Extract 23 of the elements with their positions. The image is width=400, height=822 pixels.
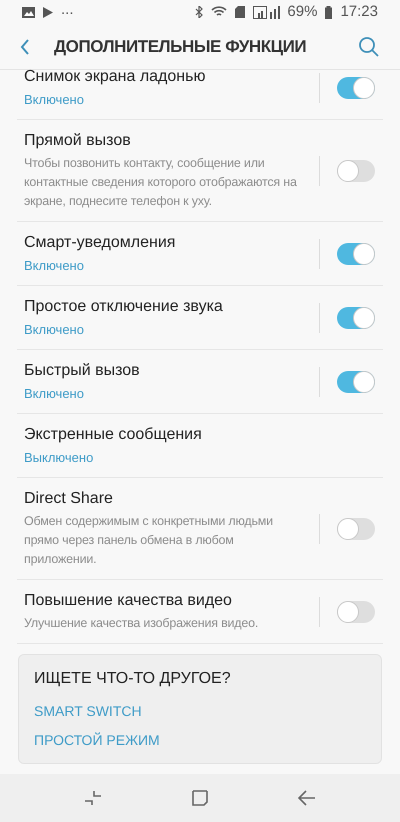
setting-title: Быстрый вызов — [24, 361, 141, 381]
suggestion-link[interactable]: SMART SWITCH — [34, 697, 142, 726]
setting-title: Простое отключение звука — [24, 297, 224, 317]
setting-title: Экстренные сообщения — [24, 425, 203, 445]
setting-description: Обмен содержимым с конкретными людьми прямо через панель обмена в любом приложении. — [24, 513, 274, 568]
setting-status: Выключено — [24, 449, 94, 467]
setting-status: Включено — [24, 385, 85, 403]
suggestions-title: ИЩЕТЕ ЧТО-ТО ДРУГОЕ? — [34, 669, 231, 689]
setting-title: Смарт-уведомления — [24, 233, 176, 253]
setting-title: Снимок экрана ладонью — [24, 67, 206, 87]
more-notifications-text: ... — [61, 0, 74, 20]
page-title: ДОПОЛНИТЕЛЬНЫЕ ФУНКЦИИ — [54, 36, 306, 58]
setting-description: Чтобы позвонить контакту, сообщение или контактные сведения которого отображаются на экране, поднесите телефон к уху. — [24, 155, 298, 210]
setting-status: Включено — [24, 257, 85, 275]
setting-title: Прямой вызов — [24, 131, 132, 151]
setting-status: Включено — [24, 321, 85, 339]
setting-status: Включено — [24, 91, 85, 109]
setting-title: Direct Share — [24, 489, 114, 509]
clock-time: 17:23 — [340, 2, 378, 22]
battery-percent: 69% — [287, 2, 318, 22]
setting-description: Улучшение качества изображения видео. — [24, 615, 260, 632]
suggestion-link[interactable]: ПРОСТОЙ РЕЖИМ — [34, 726, 160, 755]
setting-title: Повышение качества видео — [24, 591, 233, 611]
